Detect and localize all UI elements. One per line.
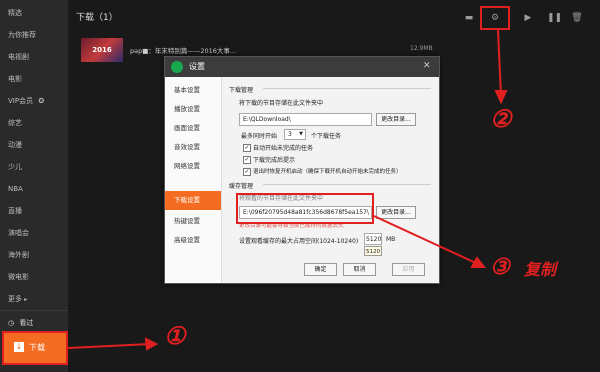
annotation-label-two: ② [490, 104, 512, 133]
annotation-label-three: ③ [490, 254, 510, 280]
annotation-arrows [67, 29, 508, 351]
arrow-3 [373, 215, 479, 265]
arrow-2 [497, 29, 502, 97]
arrow-3-head [470, 256, 487, 268]
arrow-1-head [144, 337, 159, 351]
arrow-2-head [494, 90, 508, 105]
arrow-1 [67, 343, 151, 349]
annotation-copy-text: 复制 [524, 260, 557, 279]
annotation-label-one: ① [164, 321, 186, 350]
